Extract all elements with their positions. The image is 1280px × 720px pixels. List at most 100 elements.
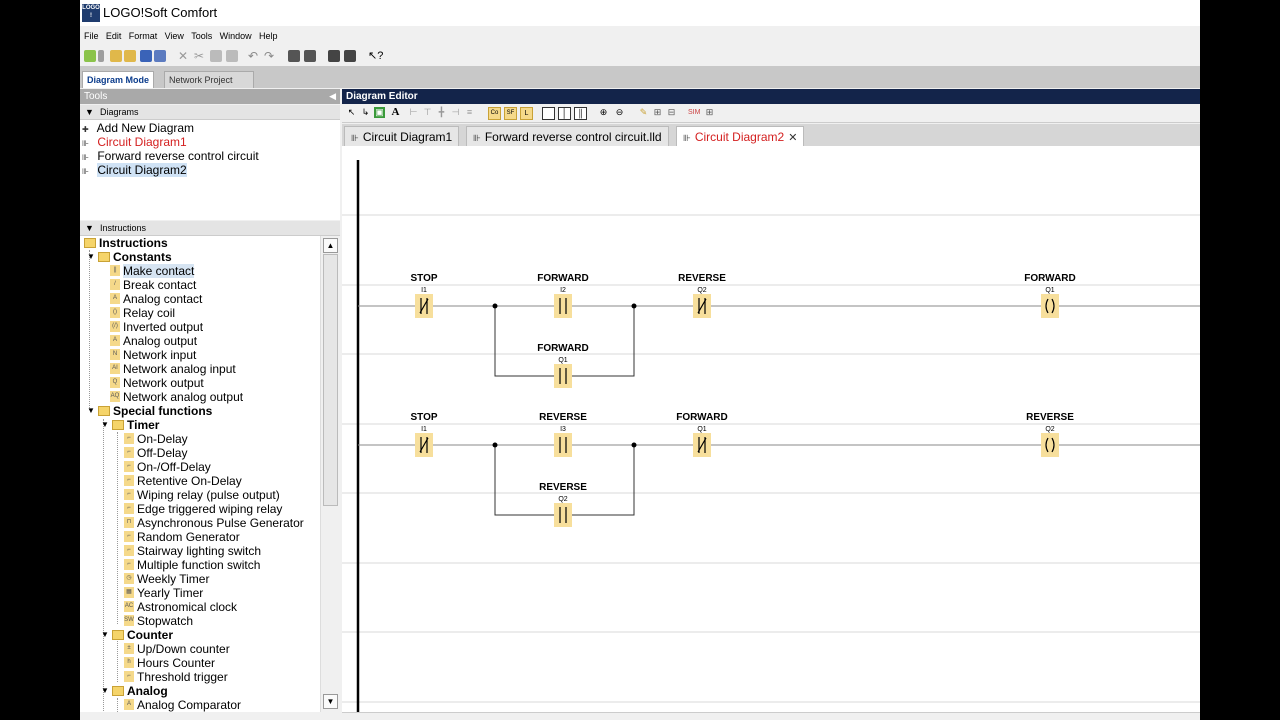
run-mode-icon[interactable] [328,50,340,62]
instruction-random-generator[interactable]: ⌐ Random Generator [124,530,240,544]
layout-single-icon[interactable] [542,107,555,120]
instruction-multiple-function-switch[interactable]: ⌐ Multiple function switch [124,558,260,572]
highlight-icon[interactable]: ✎ [638,107,649,118]
tree-node-special-functions[interactable]: ▼ Special functions [87,404,212,418]
diagram-item-circuit-diagram2[interactable]: ⊪ Circuit Diagram2 [82,163,187,177]
menu-format[interactable]: Format [129,27,158,41]
special-functions-filter-icon[interactable]: SF [504,107,517,120]
transfer-logo-to-pc-icon[interactable] [304,50,316,62]
instruction-analog-output[interactable]: A Analog output [110,334,197,348]
tree-node-analog[interactable]: ▼ Analog [101,684,168,698]
expand-arrow-icon[interactable]: ▼ [87,404,95,418]
connect-tool-icon[interactable]: ↳ [360,107,371,118]
print-icon[interactable] [154,50,166,62]
rung2-no-contact[interactable] [554,433,572,457]
instruction-stairway-lighting[interactable]: ⌐ Stairway lighting switch [124,544,261,558]
align-center-icon[interactable]: ╋ [436,107,447,118]
rung1-nc-contact[interactable] [415,294,433,318]
select-pointer-icon[interactable]: ↖ [346,107,357,118]
instruction-weekly-timer[interactable]: ◷ Weekly Timer [124,572,209,586]
instruction-inverted-output[interactable]: (/) Inverted output [110,320,203,334]
instruction-analog-comparator[interactable]: A Analog Comparator [124,698,241,712]
instructions-section-header[interactable]: ▼ Instructions [80,221,340,236]
expand-arrow-icon[interactable]: ▼ [87,250,95,264]
instruction-make-contact[interactable]: || Make contact [110,264,195,278]
undo-icon[interactable]: ↶ [248,50,260,62]
instruction-hours-counter[interactable]: h Hours Counter [124,656,215,670]
instruction-network-analog-input[interactable]: AI Network analog input [110,362,236,376]
grid-icon[interactable]: ⊞ [652,107,663,118]
rung2-coil[interactable] [1041,433,1059,457]
instruction-off-delay[interactable]: ⌐ Off-Delay [124,446,187,460]
rung1-branch-no-contact[interactable] [554,364,572,388]
instructions-scrollbar[interactable]: ▲ ▼ [320,236,339,712]
scroll-down-icon[interactable]: ▼ [323,694,338,709]
collapse-left-icon[interactable]: ◀ [329,89,336,104]
instruction-on-off-delay[interactable]: ⌐ On-/Off-Delay [124,460,211,474]
tab-network-project[interactable]: Network Project [164,71,254,88]
instruction-up-down-counter[interactable]: ± Up/Down counter [124,642,230,656]
close-tab-icon[interactable]: ✕ [788,132,797,144]
tab-forward-reverse[interactable]: ⊪ Forward reverse control circuit.lld [466,126,669,147]
diagrams-section-header[interactable]: ▼ Diagrams [80,105,340,120]
copy-icon[interactable] [210,50,222,62]
menu-window[interactable]: Window [220,27,252,41]
text-tool-icon[interactable]: A [390,107,401,118]
instruction-wiping-relay[interactable]: ⌐ Wiping relay (pulse output) [124,488,280,502]
instruction-threshold-trigger[interactable]: ⌐ Threshold trigger [124,670,228,684]
instruction-async-pulse-generator[interactable]: ⊓ Asynchronous Pulse Generator [124,516,304,530]
tree-node-instructions[interactable]: Instructions [84,236,168,250]
online-test-icon[interactable]: ⊞ [704,107,715,118]
rung1-nc-contact[interactable] [693,294,711,318]
open-folder-icon[interactable] [110,50,122,62]
zoom-out-icon[interactable]: ⊖ [614,107,625,118]
menu-file[interactable]: File [84,27,99,41]
settings-icon[interactable]: ⊟ [666,107,677,118]
tab-circuit-diagram1[interactable]: ⊪ Circuit Diagram1 [344,126,460,147]
instruction-edge-wiping-relay[interactable]: ⌐ Edge triggered wiping relay [124,502,282,516]
menu-edit[interactable]: Edit [106,27,122,41]
align-left-icon[interactable]: ⊤ [422,107,433,118]
instruction-analog-contact[interactable]: A Analog contact [110,292,202,306]
diagram-item-add[interactable]: ✚ Add New Diagram [82,121,194,135]
tab-circuit-diagram2[interactable]: ⊪ Circuit Diagram2 ✕ [676,126,805,147]
instruction-break-contact[interactable]: / Break contact [110,278,196,292]
rung1-no-contact[interactable] [554,294,572,318]
expand-arrow-icon[interactable]: ▼ [101,628,109,642]
rung2-nc-contact[interactable] [415,433,433,457]
instruction-relay-coil[interactable]: () Relay coil [110,306,175,320]
diagram-item-circuit-diagram1[interactable]: ⊪ Circuit Diagram1 [82,135,187,149]
menu-help[interactable]: Help [259,27,278,41]
expand-arrow-icon[interactable]: ▼ [101,684,109,698]
instruction-network-output[interactable]: Q Network output [110,376,204,390]
new-dropdown-icon[interactable] [98,50,104,62]
tree-node-counter[interactable]: ▼ Counter [101,628,173,642]
ladder-canvas[interactable]: STOP I1 FORWARD I2 REVERSE Q2 FORWARD Q1 FORWARD… [342,146,1200,712]
logic-filter-icon[interactable]: L [520,107,533,120]
expand-arrow-icon[interactable]: ▼ [101,418,109,432]
rung1-coil[interactable] [1041,294,1059,318]
distribute-icon[interactable]: ≡ [464,107,475,118]
transfer-pc-to-logo-icon[interactable] [288,50,300,62]
new-file-icon[interactable] [84,50,96,62]
scissors-icon[interactable]: ✂ [194,50,206,62]
redo-icon[interactable]: ↷ [264,50,276,62]
save-icon[interactable] [140,50,152,62]
instruction-astronomical-clock[interactable]: AC Astronomical clock [124,600,237,614]
layout-split-icon[interactable]: │ [558,107,571,120]
instruction-network-input[interactable]: N Network input [110,348,196,362]
instruction-retentive-on-delay[interactable]: ⌐ Retentive On-Delay [124,474,242,488]
diagram-item-forward-reverse[interactable]: ⊪ Forward reverse control circuit [82,149,259,163]
constants-filter-icon[interactable]: Co [488,107,501,120]
canvas-horizontal-scrollbar[interactable] [342,712,1200,720]
cut-icon[interactable]: ✕ [178,50,190,62]
cut-connection-icon[interactable]: ⊢ [408,107,419,118]
tree-node-timer[interactable]: ▼ Timer [101,418,159,432]
rung2-nc-contact[interactable] [693,433,711,457]
paste-icon[interactable] [226,50,238,62]
stop-mode-icon[interactable] [344,50,356,62]
instruction-network-analog-output[interactable]: AQ Network analog output [110,390,243,404]
open-recent-icon[interactable] [124,50,136,62]
tree-node-constants[interactable]: ▼ Constants [87,250,172,264]
tab-diagram-mode[interactable]: Diagram Mode [82,71,155,88]
